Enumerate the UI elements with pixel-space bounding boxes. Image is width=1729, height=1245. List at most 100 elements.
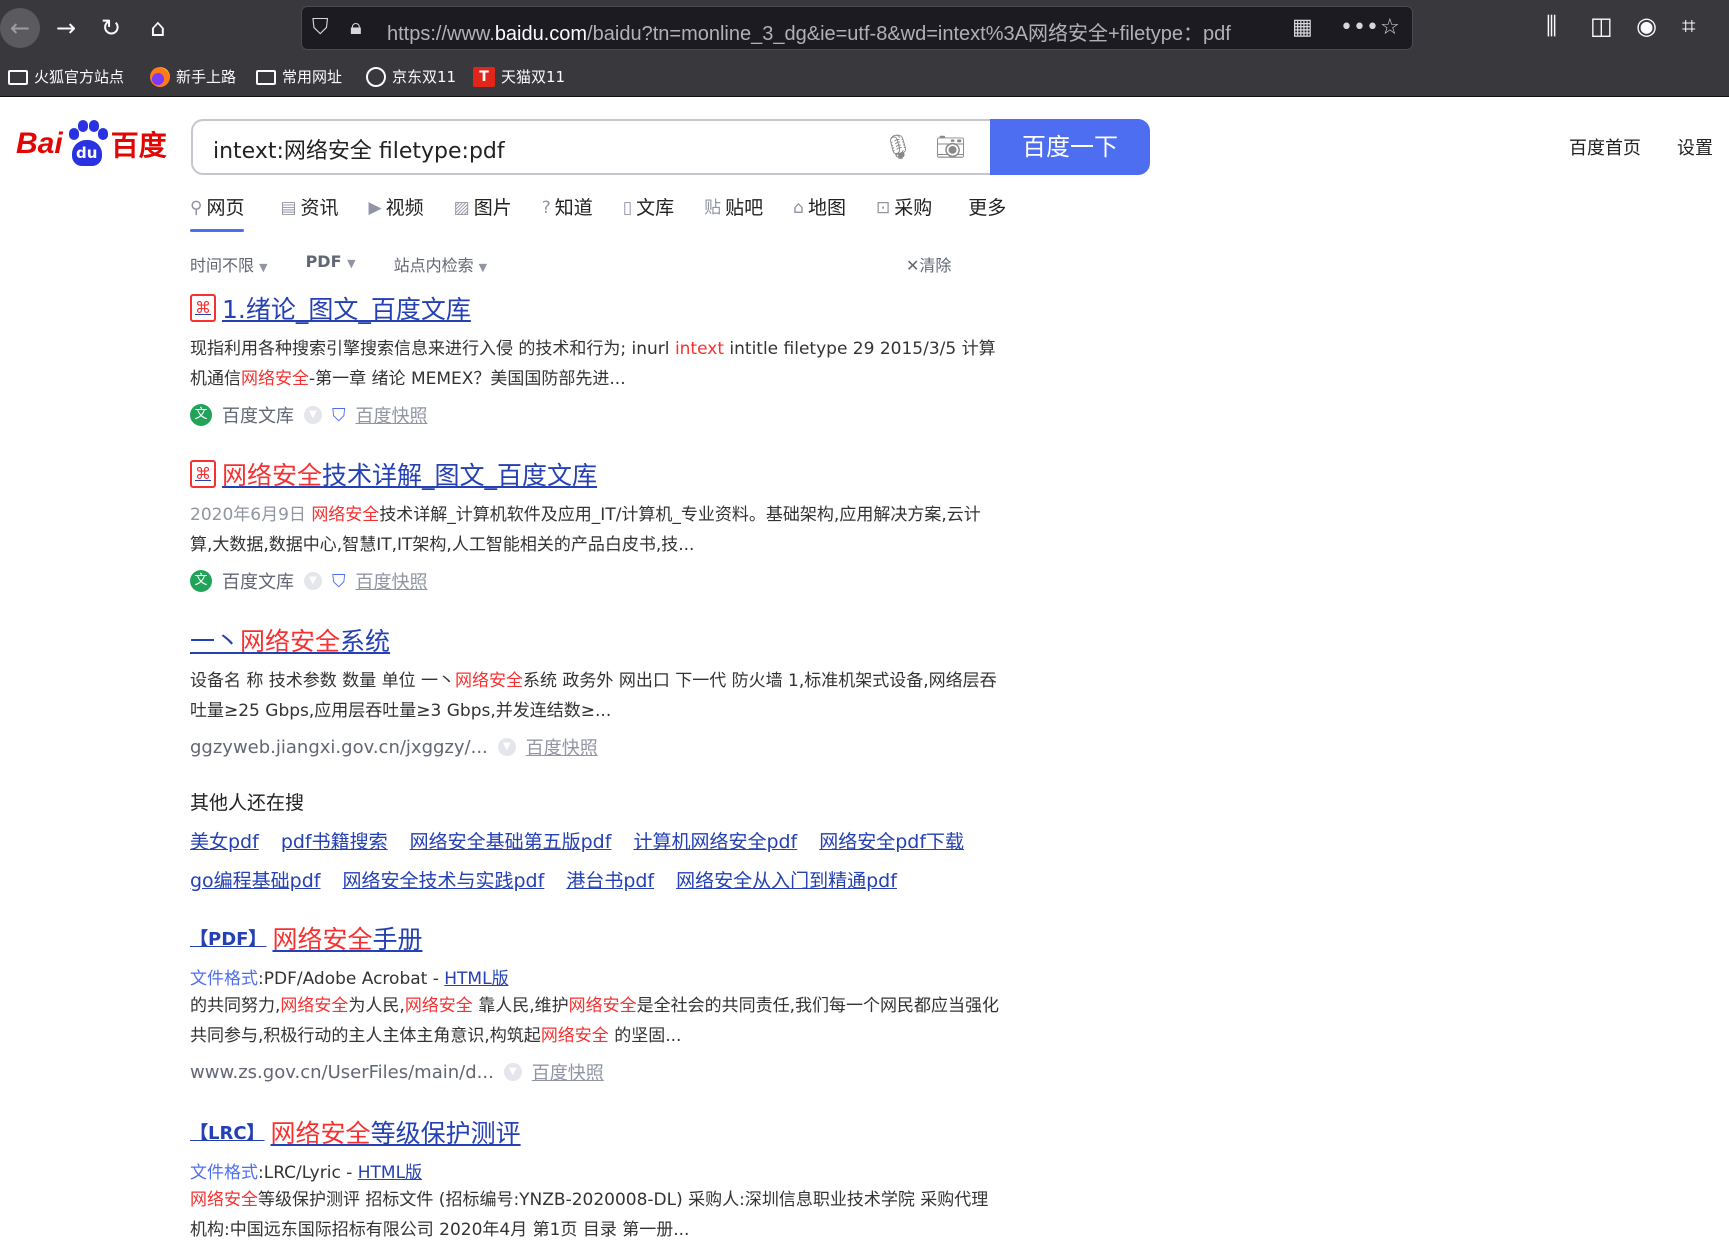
snapshot-link[interactable]: 百度快照: [356, 568, 428, 594]
settings-link[interactable]: 设置: [1677, 134, 1713, 160]
search-box[interactable]: intext:网络安全 filetype:pdf 🎙︎ 📷︎: [191, 119, 991, 175]
related-link[interactable]: 网络安全从入门到精通pdf: [676, 866, 897, 893]
related-row: go编程基础pdf 网络安全技术与实践pdf 港台书pdf 网络安全从入门到精通…: [190, 866, 964, 893]
search-result: 【PDF】 网络安全手册 文件格式:PDF/Adobe Acrobat - HTM…: [190, 920, 1000, 1085]
camera-icon[interactable]: 📷︎: [935, 133, 965, 161]
bookmark-jd[interactable]: 京东双11: [366, 66, 456, 88]
search-button[interactable]: 百度一下: [990, 119, 1150, 175]
microphone-icon[interactable]: 🎙︎: [883, 133, 913, 161]
file-format: 文件格式:PDF/Adobe Acrobat - HTML版: [190, 969, 509, 989]
tab-zhidao[interactable]: ? 知道: [542, 194, 593, 232]
bookmark-tmall[interactable]: T 天猫双11: [473, 66, 565, 88]
html-version-link[interactable]: HTML版: [358, 1163, 422, 1183]
related-link[interactable]: 网络安全技术与实践pdf: [343, 866, 545, 893]
tab-video[interactable]: ▶ 视频: [369, 194, 424, 232]
related-link[interactable]: 美女pdf: [190, 827, 259, 854]
result-url[interactable]: ggzyweb.jiangxi.gov.cn/jxggzy/...: [190, 737, 488, 758]
question-icon: ?: [541, 198, 551, 218]
related-link[interactable]: 网络安全pdf下载: [819, 827, 964, 854]
tab-map[interactable]: ⌂ 地图: [793, 194, 846, 232]
bookmark-common-sites[interactable]: 常用网址: [256, 66, 342, 88]
site-filter[interactable]: 站点内检索 ▼: [394, 252, 488, 276]
more-actions-icon[interactable]: •••: [1340, 15, 1379, 40]
result-source: www.zs.gov.cn/UserFiles/main/d... ▼ 百度快照: [190, 1059, 1000, 1085]
filter-bar: 时间不限 ▼ PDF ▼ 站点内检索 ▼: [190, 252, 487, 276]
baidu-logo[interactable]: Bai du 百度: [16, 120, 167, 168]
tab-more[interactable]: 更多: [968, 194, 1006, 232]
chevron-down-icon[interactable]: ▼: [503, 1063, 522, 1081]
related-row: 美女pdf pdf书籍搜索 网络安全基础第五版pdf 计算机网络安全pdf 网络…: [190, 827, 964, 854]
sidebar-icon[interactable]: ◫: [1590, 12, 1613, 40]
globe-icon: [366, 67, 386, 87]
close-icon: ✕: [906, 256, 920, 275]
result-title[interactable]: 【PDF】 网络安全手册: [190, 920, 1000, 956]
search-result: 一丶网络安全系统 设备名 称 技术参数 数量 单位 一丶网络安全系统 政务外 网…: [190, 622, 1000, 760]
wenku-icon: 文: [190, 404, 212, 426]
result-title[interactable]: 【LRC】 网络安全等级保护测评: [190, 1114, 1000, 1150]
screenshot-icon[interactable]: ⌗: [1682, 12, 1696, 40]
folder-icon: [8, 69, 28, 85]
tab-wenku[interactable]: ▯ 文库: [623, 194, 674, 232]
account-icon[interactable]: ◉: [1636, 12, 1657, 40]
snapshot-link[interactable]: 百度快照: [532, 1059, 604, 1085]
bookmark-star-icon[interactable]: ☆: [1380, 15, 1400, 40]
type-filter[interactable]: PDF ▼: [306, 252, 356, 276]
chevron-down-icon[interactable]: ▼: [304, 406, 322, 424]
source-link[interactable]: 百度文库: [222, 402, 294, 428]
bookmark-label: 天猫双11: [501, 68, 566, 86]
file-type-tag: 【LRC】: [190, 1123, 265, 1144]
related-link[interactable]: go编程基础pdf: [190, 866, 321, 893]
source-link[interactable]: 百度文库: [222, 568, 294, 594]
folder-icon: [256, 69, 276, 85]
time-filter[interactable]: 时间不限 ▼: [190, 252, 268, 276]
result-title[interactable]: ⌘ 网络安全技术详解_图文_百度文库: [190, 456, 1000, 492]
result-title[interactable]: ⌘ 1.绪论_图文_百度文库: [190, 290, 1000, 326]
verified-shield-icon: ⛉: [332, 404, 346, 426]
related-link[interactable]: 网络安全基础第五版pdf: [410, 827, 612, 854]
url-text[interactable]: https://www.baidu.com/baidu?tn=monline_3…: [387, 17, 1231, 46]
shield-icon[interactable]: ⛉: [312, 15, 329, 40]
result-abstract: 的共同努力,网络安全为人民,网络安全 靠人民,维护网络安全是全社会的共同责任,我…: [190, 996, 1000, 1046]
library-icon[interactable]: ⫼: [1546, 12, 1557, 40]
related-link[interactable]: pdf书籍搜索: [281, 827, 388, 854]
top-links: 百度首页 设置: [1569, 134, 1713, 160]
clear-filters[interactable]: ✕清除: [906, 252, 951, 276]
related-link[interactable]: 港台书pdf: [566, 866, 654, 893]
browser-toolbar: ← → ↻ ⌂ ⛉ 🔒︎ https://www.baidu.com/baidu…: [0, 0, 1729, 56]
video-icon: ▶: [368, 198, 382, 218]
forward-button[interactable]: →: [46, 8, 86, 48]
result-source: 文百度文库 ▼ ⛉ 百度快照: [190, 402, 1000, 428]
html-version-link[interactable]: HTML版: [444, 969, 508, 989]
result-title[interactable]: 一丶网络安全系统: [190, 622, 1000, 658]
tab-images[interactable]: ▨ 图片: [454, 194, 512, 232]
chevron-down-icon[interactable]: ▼: [497, 738, 516, 756]
tab-web[interactable]: ⚲ 网页: [190, 194, 245, 232]
reload-button[interactable]: ↻: [91, 8, 131, 48]
bookmark-label: 京东双11: [392, 68, 457, 86]
tab-purchase[interactable]: ⊡ 采购: [876, 194, 932, 232]
url-bar[interactable]: ⛉ 🔒︎ https://www.baidu.com/baidu?tn=monl…: [301, 6, 1413, 50]
snapshot-link[interactable]: 百度快照: [356, 402, 428, 428]
home-button[interactable]: ⌂: [138, 8, 178, 48]
tab-tieba[interactable]: 贴贴吧: [704, 194, 763, 232]
bookmark-getting-started[interactable]: 新手上路: [150, 66, 236, 88]
search-tabs: ⚲ 网页 ▤ 资讯 ▶ 视频 ▨ 图片 ? 知道 ▯ 文库 贴贴吧 ⌂ 地图 ⊡ 采购 更多: [190, 194, 1006, 232]
related-searches: 其他人还在搜 美女pdf pdf书籍搜索 网络安全基础第五版pdf 计算机网络安…: [190, 788, 964, 893]
back-button[interactable]: ←: [0, 8, 40, 48]
bookmark-firefox-site[interactable]: 火狐官方站点: [8, 66, 124, 88]
file-type-tag: 【PDF】: [190, 929, 267, 950]
result-source: ggzyweb.jiangxi.gov.cn/jxggzy/... ▼ 百度快照: [190, 734, 1000, 760]
related-link[interactable]: 计算机网络安全pdf: [633, 827, 797, 854]
logo-cn-text: 百度: [110, 129, 167, 162]
search-input[interactable]: intext:网络安全 filetype:pdf: [213, 133, 505, 165]
chevron-down-icon[interactable]: ▼: [304, 572, 322, 590]
result-date: 2020年6月9日: [190, 505, 306, 525]
result-url[interactable]: www.zs.gov.cn/UserFiles/main/d...: [190, 1062, 494, 1083]
tab-news[interactable]: ▤ 资讯: [280, 194, 338, 232]
baidu-home-link[interactable]: 百度首页: [1569, 134, 1641, 160]
qr-code-icon[interactable]: ▦: [1292, 15, 1313, 40]
lock-icon[interactable]: 🔒︎: [350, 15, 362, 40]
pdf-icon: ⌘: [190, 460, 216, 488]
snapshot-link[interactable]: 百度快照: [526, 734, 598, 760]
news-icon: ▤: [280, 198, 297, 218]
